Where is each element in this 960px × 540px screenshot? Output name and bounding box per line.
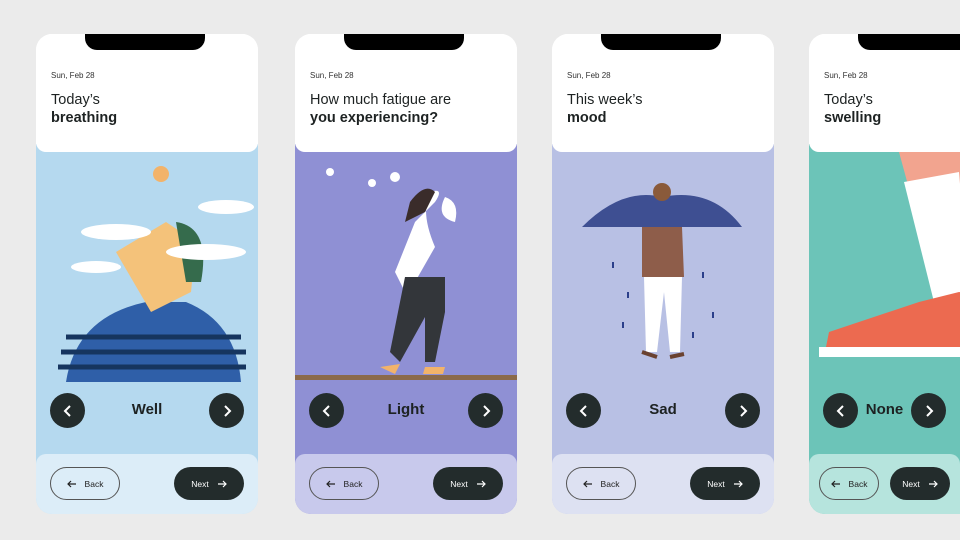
chevron-right-icon: [925, 404, 933, 417]
value-selector: Well: [36, 386, 258, 436]
phone-notch: [85, 34, 205, 50]
question-title: How much fatigue are you experiencing?: [310, 91, 505, 127]
next-value-button[interactable]: [209, 393, 244, 428]
question-title: This week’s mood: [567, 91, 762, 127]
back-button[interactable]: Back: [50, 467, 120, 500]
title-line-2: breathing: [51, 110, 118, 126]
phone-notch: [344, 34, 464, 50]
value-selector: Light: [295, 386, 517, 436]
arrow-left-icon: [582, 480, 592, 487]
arrow-left-icon: [66, 480, 76, 487]
date-label: Sun, Feb 28: [824, 71, 868, 80]
title-line-2: swelling: [824, 110, 882, 126]
back-label: Back: [84, 478, 104, 489]
back-button[interactable]: Back: [309, 467, 379, 500]
question-card: Sun, Feb 28 How much fatigue are you expe…: [295, 34, 517, 514]
arrow-right-icon: [928, 480, 938, 487]
next-label: Next: [450, 478, 468, 489]
next-button[interactable]: Next: [690, 467, 760, 500]
next-label: Next: [191, 478, 209, 489]
card-header: Sun, Feb 28 This week’s mood: [552, 34, 774, 152]
title-line-1: Today’s: [51, 92, 100, 108]
title-line-1: How much fatigue are: [310, 92, 452, 108]
next-value-button[interactable]: [725, 393, 760, 428]
card-body: Well Back Next: [36, 144, 258, 514]
phone-notch: [601, 34, 721, 50]
arrow-right-icon: [476, 480, 486, 487]
illustration: [58, 166, 254, 382]
title-line-2: you experiencing?: [310, 110, 439, 126]
value-selector: Sad: [552, 386, 774, 436]
question-card: Sun, Feb 28 This week’s mood Sad Back Nex…: [552, 34, 774, 514]
title-line-2: mood: [567, 110, 607, 126]
card-header: Sun, Feb 28 Today’s swelling: [809, 34, 960, 152]
next-value-button[interactable]: [468, 393, 503, 428]
question-title: Today’s swelling: [824, 91, 954, 127]
arrow-left-icon: [830, 480, 840, 487]
card-body: Light Back Next: [295, 144, 517, 514]
card-header: Sun, Feb 28 Today’s breathing: [36, 34, 258, 152]
phone-notch: [858, 34, 960, 50]
back-label: Back: [600, 478, 620, 489]
next-label: Next: [902, 478, 920, 489]
back-button[interactable]: Back: [819, 467, 879, 500]
illustration: [819, 152, 960, 357]
card-footer: Back Next: [36, 454, 258, 514]
back-label: Back: [848, 478, 868, 489]
value-selector: None: [809, 386, 960, 436]
illustration: [295, 168, 517, 380]
back-button[interactable]: Back: [566, 467, 636, 500]
title-line-1: Today’s: [824, 92, 873, 108]
card-body: None Back Next: [809, 144, 960, 514]
card-body: Sad Back Next: [552, 144, 774, 514]
question-card: Sun, Feb 28 Today’s breathing Well Back N…: [36, 34, 258, 514]
illustration: [582, 183, 742, 359]
question-card: Sun, Feb 28 Today’s swelling None Back Ne…: [809, 34, 960, 514]
card-footer: Back Next: [809, 454, 960, 514]
arrow-left-icon: [325, 480, 335, 487]
question-title: Today’s breathing: [51, 91, 246, 127]
date-label: Sun, Feb 28: [567, 71, 611, 80]
next-button[interactable]: Next: [890, 467, 950, 500]
card-header: Sun, Feb 28 How much fatigue are you expe…: [295, 34, 517, 152]
date-label: Sun, Feb 28: [310, 71, 354, 80]
next-button[interactable]: Next: [433, 467, 503, 500]
arrow-right-icon: [733, 480, 743, 487]
chevron-right-icon: [482, 404, 490, 417]
chevron-right-icon: [739, 404, 747, 417]
next-button[interactable]: Next: [174, 467, 244, 500]
title-line-1: This week’s: [567, 92, 643, 108]
card-footer: Back Next: [552, 454, 774, 514]
next-label: Next: [707, 478, 725, 489]
next-value-button[interactable]: [911, 393, 946, 428]
back-label: Back: [343, 478, 363, 489]
arrow-right-icon: [217, 480, 227, 487]
chevron-right-icon: [223, 404, 231, 417]
card-footer: Back Next: [295, 454, 517, 514]
date-label: Sun, Feb 28: [51, 71, 95, 80]
